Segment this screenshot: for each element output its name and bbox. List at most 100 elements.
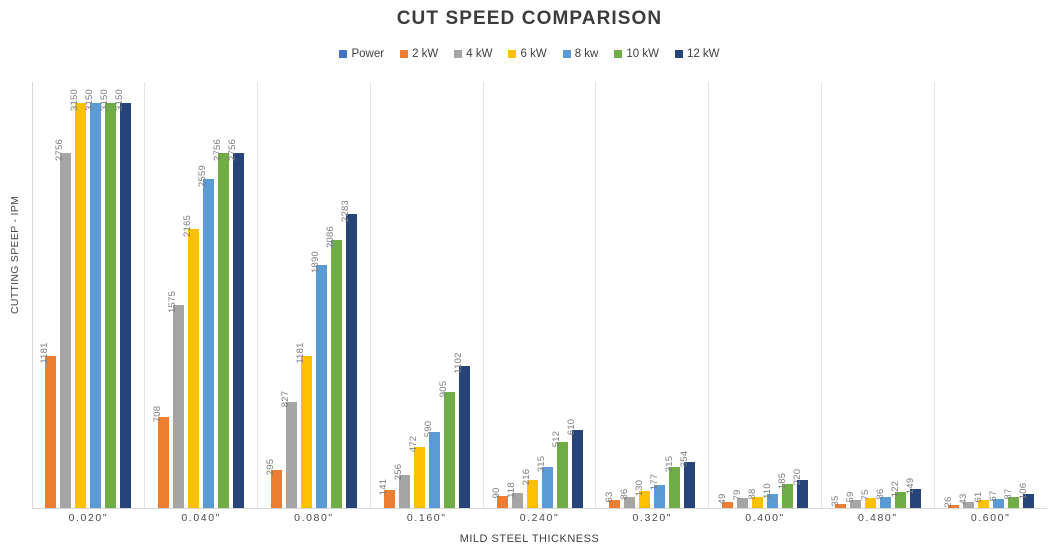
bar[interactable] bbox=[104, 102, 116, 508]
bar-item[interactable]: 3150 bbox=[114, 89, 131, 508]
bar-item[interactable]: 43 bbox=[958, 494, 975, 508]
bar-item[interactable]: 1575 bbox=[167, 291, 184, 508]
bar[interactable] bbox=[187, 229, 199, 508]
bar-value-label: 185 bbox=[776, 472, 788, 490]
bar-item[interactable]: 590 bbox=[423, 421, 440, 508]
bar[interactable] bbox=[571, 429, 583, 508]
bar-item[interactable]: 122 bbox=[890, 481, 907, 508]
bar-item[interactable]: 354 bbox=[679, 451, 696, 508]
legend-item[interactable]: 12 kW bbox=[674, 48, 720, 60]
bar-item[interactable]: 3150 bbox=[69, 89, 86, 508]
bar-item[interactable]: 315 bbox=[536, 456, 553, 508]
bar[interactable] bbox=[157, 416, 169, 508]
bar[interactable] bbox=[443, 391, 455, 508]
legend-item[interactable]: 10 kW bbox=[614, 48, 659, 60]
bar-item[interactable]: 130 bbox=[634, 480, 651, 508]
bar[interactable] bbox=[172, 305, 184, 508]
bar-item[interactable]: 295 bbox=[265, 459, 282, 508]
bar-item[interactable]: 2756 bbox=[212, 139, 229, 508]
bar[interactable] bbox=[315, 264, 327, 508]
bar[interactable] bbox=[669, 467, 681, 508]
legend-swatch-icon bbox=[508, 50, 517, 58]
bar-value-label: 1890 bbox=[310, 250, 322, 273]
legend-item[interactable]: 8 kw bbox=[562, 48, 598, 60]
bar[interactable] bbox=[59, 153, 71, 508]
bar-item[interactable]: 35 bbox=[830, 495, 847, 508]
bar[interactable] bbox=[119, 102, 131, 508]
bar-item[interactable]: 708 bbox=[152, 406, 169, 508]
bar-group: 35 59 75 86 122 149 bbox=[822, 82, 936, 508]
bar-item[interactable]: 2559 bbox=[197, 165, 214, 508]
bar-value-label: 472 bbox=[408, 436, 420, 453]
bar-item[interactable]: 49 bbox=[717, 493, 734, 508]
bar-item[interactable]: 110 bbox=[762, 483, 779, 508]
bar-item[interactable]: 86 bbox=[619, 488, 636, 508]
legend-item[interactable]: 2 kW bbox=[400, 48, 438, 60]
bar-item[interactable]: 2165 bbox=[182, 215, 199, 508]
bar-value-label: 26 bbox=[942, 496, 954, 508]
bar-item[interactable]: 86 bbox=[875, 488, 892, 508]
bar-item[interactable]: 149 bbox=[905, 478, 922, 508]
bar[interactable] bbox=[541, 467, 553, 508]
bar-item[interactable]: 315 bbox=[664, 456, 681, 508]
bar-item[interactable]: 2086 bbox=[325, 226, 342, 508]
bar[interactable] bbox=[202, 178, 214, 508]
bar[interactable] bbox=[556, 442, 568, 508]
bar[interactable] bbox=[285, 401, 297, 508]
bar-value-label: 2756 bbox=[227, 139, 239, 162]
bar[interactable] bbox=[300, 356, 312, 508]
bar[interactable] bbox=[684, 462, 696, 508]
bar-item[interactable]: 2756 bbox=[227, 139, 244, 508]
bar-group-bars: 90 118 216 315 512 610 bbox=[491, 82, 583, 508]
bar[interactable] bbox=[270, 470, 282, 508]
bar-value-label: 220 bbox=[791, 468, 803, 485]
bar-item[interactable]: 1102 bbox=[453, 353, 470, 508]
bar[interactable] bbox=[330, 239, 342, 508]
bar-value-label: 610 bbox=[566, 418, 577, 435]
bar[interactable] bbox=[74, 102, 86, 508]
bar-item[interactable]: 26 bbox=[943, 496, 960, 508]
bar-item[interactable]: 1181 bbox=[39, 342, 56, 508]
bar-item[interactable]: 90 bbox=[491, 488, 508, 508]
bar-value-label: 2756 bbox=[212, 139, 224, 162]
bar-item[interactable]: 1181 bbox=[295, 342, 312, 508]
bar-item[interactable]: 75 bbox=[860, 490, 877, 508]
bar-item[interactable]: 63 bbox=[604, 491, 621, 508]
bar[interactable] bbox=[232, 153, 244, 508]
bar-item[interactable]: 3150 bbox=[84, 89, 101, 508]
bar[interactable] bbox=[217, 153, 229, 508]
legend-item[interactable]: Power bbox=[339, 48, 384, 60]
bar-item[interactable]: 67 bbox=[988, 491, 1005, 508]
bar-group: 708 1575 2165 2559 2756 2756 bbox=[145, 82, 258, 508]
x-axis-tick-label: 0.240" bbox=[519, 512, 560, 524]
bar[interactable] bbox=[89, 102, 101, 508]
bar-item[interactable]: 1890 bbox=[310, 251, 327, 508]
bar-item[interactable]: 472 bbox=[408, 436, 425, 508]
bar-item[interactable]: 141 bbox=[378, 479, 395, 508]
bar[interactable] bbox=[458, 366, 470, 508]
legend-item[interactable]: 4 kW bbox=[454, 48, 492, 60]
bar-item[interactable]: 106 bbox=[1018, 483, 1035, 508]
bar-item[interactable]: 905 bbox=[438, 380, 455, 508]
bar[interactable] bbox=[413, 447, 425, 508]
bar-item[interactable]: 2283 bbox=[340, 200, 357, 508]
bar[interactable] bbox=[44, 356, 56, 508]
bar-item[interactable]: 3150 bbox=[99, 89, 116, 508]
bar[interactable] bbox=[428, 432, 440, 508]
bar-item[interactable]: 512 bbox=[551, 431, 568, 508]
bar-item[interactable]: 177 bbox=[649, 474, 666, 508]
bar-item[interactable]: 610 bbox=[566, 418, 583, 508]
bar-item[interactable]: 59 bbox=[845, 492, 862, 508]
bar-item[interactable]: 827 bbox=[280, 390, 297, 508]
bar[interactable] bbox=[345, 214, 357, 508]
legend-item[interactable]: 6 kW bbox=[508, 48, 547, 60]
bar-value-label: 177 bbox=[648, 474, 660, 491]
bar-item[interactable]: 220 bbox=[792, 468, 809, 508]
bar-item[interactable]: 185 bbox=[777, 473, 794, 508]
bar-item[interactable]: 216 bbox=[521, 469, 538, 508]
bar-item[interactable]: 256 bbox=[393, 464, 410, 508]
bar-value-label: 708 bbox=[152, 405, 164, 423]
bar-item[interactable]: 2756 bbox=[54, 139, 71, 508]
bar-item[interactable]: 118 bbox=[506, 482, 523, 508]
bar-value-label: 61 bbox=[972, 491, 984, 503]
